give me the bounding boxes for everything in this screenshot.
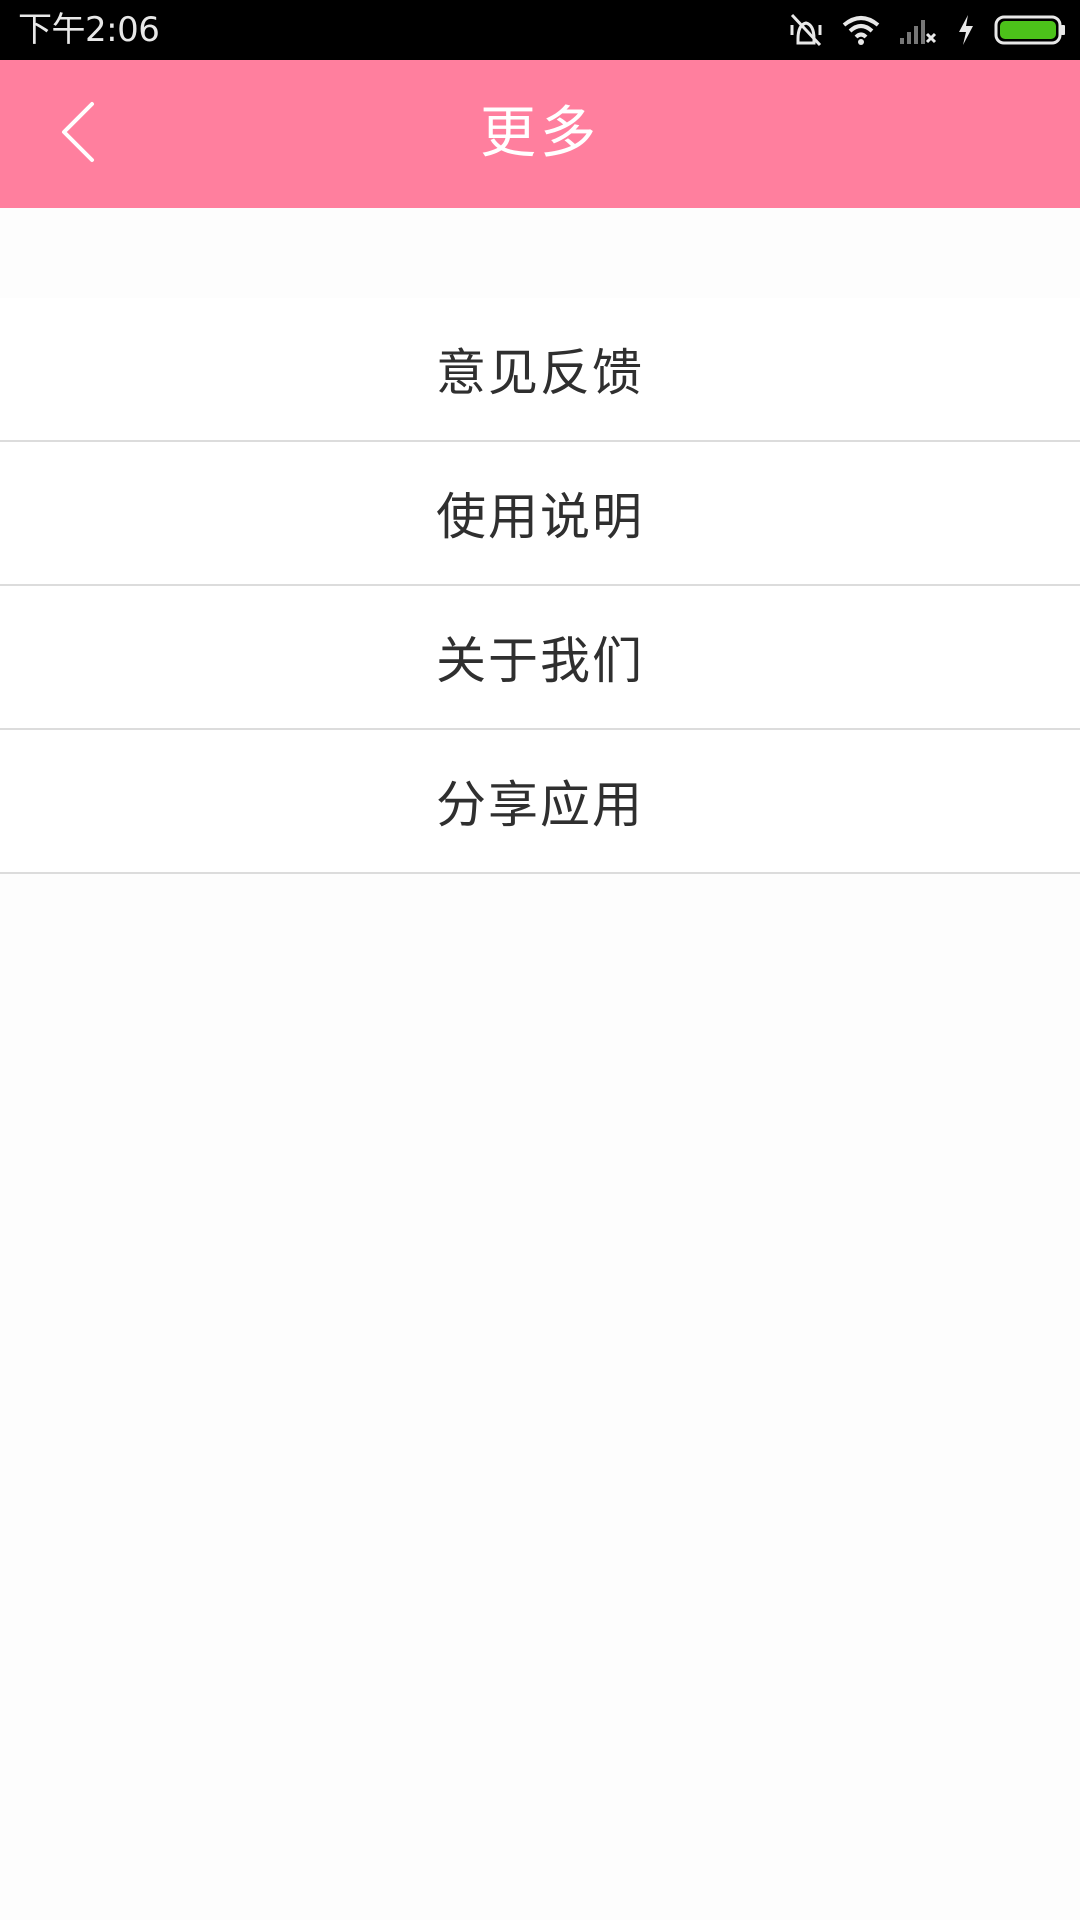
menu-item-instructions[interactable]: 使用说明	[0, 442, 1080, 586]
menu-item-about-us[interactable]: 关于我们	[0, 586, 1080, 730]
signal-no-service-icon	[898, 14, 938, 46]
app-header: 更多	[0, 60, 1080, 208]
status-bar: 下午2:06	[0, 0, 1080, 60]
charging-icon	[956, 14, 976, 46]
battery-full-icon	[994, 14, 1066, 46]
status-icons	[788, 10, 1066, 50]
page-title: 更多	[480, 101, 600, 166]
menu-item-share-app[interactable]: 分享应用	[0, 730, 1080, 874]
vibrate-off-icon	[788, 13, 824, 47]
status-time: 下午2:06	[18, 10, 160, 50]
menu-list: 意见反馈 使用说明 关于我们 分享应用	[0, 298, 1080, 874]
menu-item-feedback[interactable]: 意见反馈	[0, 298, 1080, 442]
wifi-icon	[842, 14, 880, 46]
